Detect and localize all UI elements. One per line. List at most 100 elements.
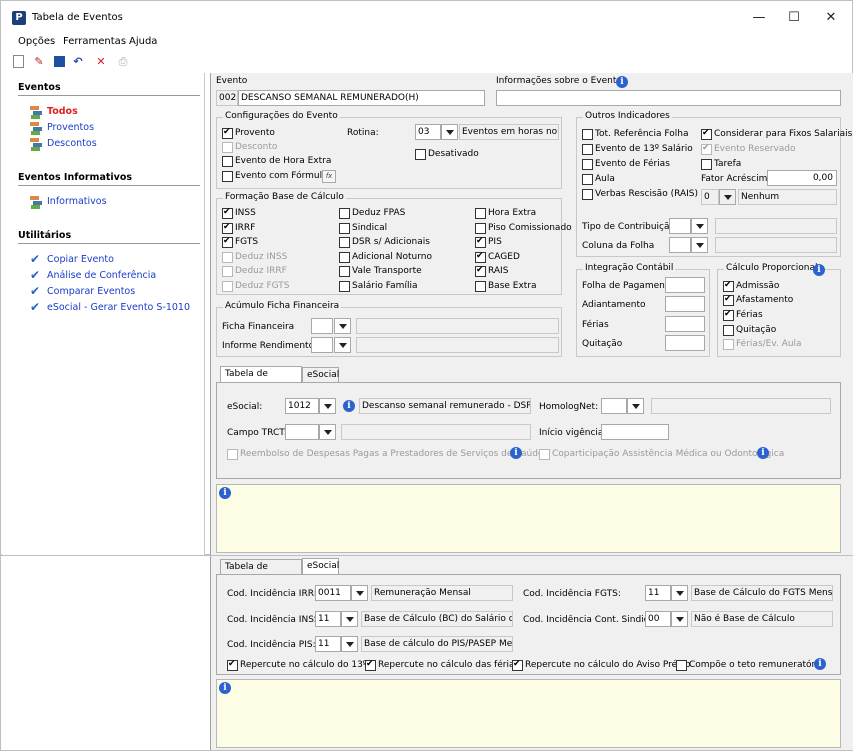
- rotina-code[interactable]: 03: [415, 124, 441, 140]
- maximize-button[interactable]: ☐: [779, 7, 809, 29]
- menu-opcoes[interactable]: Opções: [18, 36, 55, 47]
- edit-icon[interactable]: ✎: [32, 55, 46, 69]
- base-irrf[interactable]: IRRF: [222, 222, 255, 234]
- base-rais[interactable]: RAIS: [475, 265, 508, 277]
- fgts-code[interactable]: 11: [645, 585, 671, 601]
- sidebar-item-proventos[interactable]: Proventos: [47, 122, 94, 133]
- calc-ferias[interactable]: Férias: [723, 309, 763, 321]
- sidebar-item-todos[interactable]: Todos: [47, 106, 78, 117]
- campo-trct-dropdown[interactable]: [319, 424, 336, 440]
- repercute-aviso-checkbox[interactable]: Repercute no cálculo do Aviso Prévio: [512, 659, 691, 671]
- tot-ref-checkbox[interactable]: Tot. Referência Folha: [582, 129, 688, 140]
- calc-ferias-aula[interactable]: Férias/Ev. Aula: [723, 339, 802, 350]
- formula-button[interactable]: fx: [322, 170, 336, 183]
- base-fgts[interactable]: FGTS: [222, 236, 258, 248]
- sidebar-item-esocial-s1010[interactable]: eSocial - Gerar Evento S-1010: [47, 302, 190, 313]
- fgts-dropdown[interactable]: [671, 585, 688, 601]
- sidebar-item-copiar[interactable]: Copiar Evento: [47, 254, 114, 265]
- fixos-checkbox[interactable]: Considerar para Fixos Salariais: [701, 128, 852, 140]
- menu-ferramentas[interactable]: Ferramentas: [63, 36, 126, 47]
- calc-admissao[interactable]: Admissão: [723, 280, 779, 292]
- base-sindical[interactable]: Sindical: [339, 223, 387, 234]
- ficha-dropdown[interactable]: [334, 318, 351, 334]
- desativado-checkbox[interactable]: Desativado: [415, 149, 479, 160]
- info-icon[interactable]: i: [343, 400, 355, 412]
- info-evento-field[interactable]: [496, 90, 841, 106]
- aula-checkbox[interactable]: Aula: [582, 174, 615, 185]
- reservado-checkbox[interactable]: Evento Reservado: [701, 143, 796, 155]
- irrf-code[interactable]: 0011: [315, 585, 351, 601]
- inss-dropdown[interactable]: [341, 611, 358, 627]
- quitacao-contabil-field[interactable]: [665, 335, 705, 351]
- tipo-contrib-dropdown[interactable]: [691, 218, 708, 234]
- pis-dropdown[interactable]: [341, 636, 358, 652]
- base-pis[interactable]: PIS: [475, 236, 502, 248]
- base-dsr[interactable]: DSR s/ Adicionais: [339, 237, 430, 248]
- campo-trct-code[interactable]: [285, 424, 319, 440]
- fator-field[interactable]: 0,00: [767, 170, 837, 186]
- repercute-ferias-checkbox[interactable]: Repercute no cálculo das férias: [365, 659, 519, 671]
- info-icon[interactable]: i: [510, 447, 522, 459]
- tarefa-checkbox[interactable]: Tarefa: [701, 159, 741, 170]
- sidebar-item-descontos[interactable]: Descontos: [47, 138, 97, 149]
- hora-extra-checkbox[interactable]: Evento de Hora Extra: [222, 156, 331, 167]
- base-deduz-fgts[interactable]: Deduz FGTS: [222, 281, 290, 292]
- sindical-dropdown[interactable]: [671, 611, 688, 627]
- inss-code[interactable]: 11: [315, 611, 341, 627]
- base-deduz-irrf[interactable]: Deduz IRRF: [222, 266, 287, 277]
- sidebar-item-comparar[interactable]: Comparar Eventos: [47, 286, 135, 297]
- base-vale-transporte[interactable]: Vale Transporte: [339, 266, 422, 277]
- adiantamento-field[interactable]: [665, 296, 705, 312]
- decimo-checkbox[interactable]: Evento de 13º Salário: [582, 144, 693, 155]
- minimize-button[interactable]: —: [744, 7, 774, 29]
- base-deduz-inss[interactable]: Deduz INSS: [222, 252, 287, 263]
- tipo-contrib-code[interactable]: [669, 218, 691, 234]
- menu-ajuda[interactable]: Ajuda: [129, 36, 157, 47]
- calc-quitacao[interactable]: Quitação: [723, 325, 776, 336]
- compoe-teto-checkbox[interactable]: Compõe o teto remuneratório: [676, 660, 823, 671]
- base-deduz-fpas[interactable]: Deduz FPAS: [339, 208, 405, 219]
- formula-checkbox[interactable]: Evento com Fórmula: [222, 171, 328, 182]
- homolognet-code[interactable]: [601, 398, 627, 414]
- base-piso[interactable]: Piso Comissionado: [475, 223, 572, 234]
- tab-esocial[interactable]: eSocial: [302, 558, 339, 574]
- info-icon[interactable]: i: [814, 658, 826, 670]
- provento-checkbox[interactable]: Provento: [222, 127, 275, 139]
- calc-afastamento[interactable]: Afastamento: [723, 294, 793, 306]
- folha-pagamento-field[interactable]: [665, 277, 705, 293]
- base-inss[interactable]: INSS: [222, 207, 256, 219]
- base-hora-extra[interactable]: Hora Extra: [475, 208, 536, 219]
- base-adicional-noturno[interactable]: Adicional Noturno: [339, 252, 432, 263]
- new-icon[interactable]: [13, 55, 24, 68]
- homolognet-dropdown[interactable]: [627, 398, 644, 414]
- ferias-contabil-field[interactable]: [665, 316, 705, 332]
- informe-code[interactable]: [311, 337, 333, 353]
- inicio-vigencia-field[interactable]: [601, 424, 669, 440]
- irrf-dropdown[interactable]: [351, 585, 368, 601]
- rotina-dropdown[interactable]: [441, 124, 458, 140]
- coluna-dropdown[interactable]: [691, 237, 708, 253]
- coparticipacao-checkbox[interactable]: Coparticipação Assistência Médica ou Odo…: [539, 449, 784, 460]
- reembolso-checkbox[interactable]: Reembolso de Despesas Pagas a Prestadore…: [227, 449, 543, 460]
- verbas-dropdown[interactable]: [719, 189, 736, 205]
- info-icon[interactable]: i: [813, 264, 825, 276]
- desconto-checkbox[interactable]: Desconto: [222, 142, 277, 153]
- coluna-code[interactable]: [669, 237, 691, 253]
- delete-icon[interactable]: ✕: [94, 55, 108, 69]
- tab-tabela-rubricas[interactable]: Tabela de Rubricas: [220, 366, 302, 394]
- tab-tabela-rubricas[interactable]: Tabela de Rubricas: [220, 559, 302, 587]
- base-caged[interactable]: CAGED: [475, 251, 520, 263]
- save-icon[interactable]: [54, 56, 65, 67]
- info-icon[interactable]: i: [757, 447, 769, 459]
- verbas-checkbox[interactable]: Verbas Rescisão (RAIS): [582, 189, 698, 200]
- close-button[interactable]: ✕: [816, 7, 846, 29]
- pis-code[interactable]: 11: [315, 636, 341, 652]
- evento-name-field[interactable]: DESCANSO SEMANAL REMUNERADO(H): [238, 90, 485, 106]
- sindical-code[interactable]: 00: [645, 611, 671, 627]
- esocial-code[interactable]: 1012: [285, 398, 319, 414]
- undo-icon[interactable]: ↶: [71, 55, 85, 69]
- informe-dropdown[interactable]: [334, 337, 351, 353]
- tab-esocial[interactable]: eSocial: [302, 367, 339, 383]
- base-extra[interactable]: Base Extra: [475, 281, 537, 292]
- sidebar-item-analise[interactable]: Análise de Conferência: [47, 270, 156, 281]
